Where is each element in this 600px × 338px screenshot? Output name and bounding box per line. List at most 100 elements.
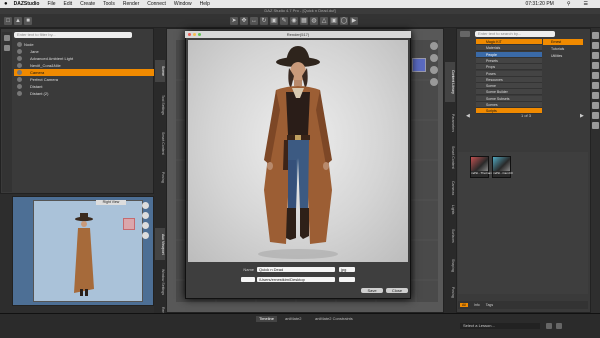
scene-tree-row[interactable]: Perfect Camera [14,76,154,83]
category-item[interactable]: Presets [476,57,542,64]
search-icon[interactable]: ⚲ [567,1,571,7]
surface-tool-icon[interactable]: ▦ [300,17,308,25]
select-tool-icon[interactable]: ➤ [230,17,238,25]
category-item[interactable]: Scene Builder [476,89,542,96]
content-search-input[interactable]: Enter text to search by... [475,31,555,37]
scene-tree-row[interactable]: Advanced Ambient Light [14,55,154,62]
scene-tree-row[interactable]: Jane [14,48,154,55]
main-frame-icon[interactable] [430,78,438,86]
menu-tools[interactable]: Tools [103,1,115,7]
visibility-eye-icon[interactable] [17,56,22,61]
apple-menu-icon[interactable]: ● [4,1,8,7]
tab-smart-content-right[interactable]: Smart Content [445,140,455,174]
render-browse-button[interactable] [339,277,355,282]
scale-tool-icon[interactable]: ▣ [270,17,278,25]
tab-timeline[interactable]: Timeline [256,316,277,322]
main-pan-icon[interactable] [430,66,438,74]
visibility-eye-icon[interactable] [17,49,22,54]
subcategory-item[interactable]: Utilities [543,53,583,59]
aux-viewport-frame[interactable] [33,200,143,302]
category-item[interactable]: Props [476,64,542,71]
translate-tool-icon[interactable]: ↔ [250,17,258,25]
tab-info[interactable]: Info [474,303,480,307]
aux-pan-icon[interactable] [142,222,149,229]
tab-content-library[interactable]: Content Library [445,62,455,102]
scene-tree-row[interactable]: Node [14,41,154,48]
rotate-tool-icon[interactable]: ↻ [260,17,268,25]
tool-icon-7[interactable] [592,92,599,99]
tab-cameras[interactable]: Cameras [445,178,455,198]
menu-window[interactable]: Window [174,1,192,7]
visibility-eye-icon[interactable] [17,84,22,89]
tab-parameters[interactable]: Parameters [445,108,455,138]
render-name-input[interactable]: Quick n Dead [257,267,335,272]
menu-render[interactable]: Render [123,1,139,7]
prev-page-icon[interactable]: ◀ [466,113,472,119]
menu-help[interactable]: Help [200,1,210,7]
render-save-button[interactable]: Save [361,288,383,293]
category-item[interactable]: Poses [476,70,542,77]
category-item[interactable]: Resources [476,76,542,83]
tool-icon-1[interactable] [592,32,599,39]
app-menu[interactable]: DAZStudio [14,1,40,7]
category-item[interactable]: Materials [476,45,542,52]
menu-edit[interactable]: Edit [64,1,73,7]
render-format-select[interactable]: jpg [339,267,355,272]
tool-icon-2[interactable] [592,42,599,49]
universal-tool-icon[interactable]: ✥ [240,17,248,25]
tool-icon-5[interactable] [592,72,599,79]
tab-tags[interactable]: Tags [486,303,493,307]
menu-create[interactable]: Create [80,1,95,7]
node-weight-icon[interactable]: ◉ [290,17,298,25]
lesson-next-icon[interactable] [556,323,562,329]
scene-search-input[interactable]: Enter text to filter by... [14,32,132,38]
pose-tool-icon[interactable]: ✎ [280,17,288,25]
render-path-dropdown[interactable] [241,277,255,282]
script-thumbnail[interactable]: mdSt...CamC0 [492,156,513,178]
tab-lights[interactable]: Lights [445,200,455,220]
main-zoom-icon[interactable] [430,54,438,62]
tool-icon-4[interactable] [592,62,599,69]
render-icon[interactable]: ▶ [350,17,358,25]
tab-all[interactable]: All [460,303,468,307]
tab-scene[interactable]: Scene [155,60,165,82]
maximize-window-icon[interactable] [198,33,201,36]
render-path-input[interactable]: /Users/ernestkim/Desktop [257,277,335,282]
tool-icon-9[interactable] [592,112,599,119]
subcategory-item[interactable]: Ernest [543,39,583,45]
new-scene-icon[interactable]: □ [4,17,12,25]
scene-tree-row[interactable]: Distant (2) [14,90,154,97]
category-item[interactable]: Scene Subsets [476,95,542,102]
aux-camera-label[interactable]: Right View [96,200,126,205]
tab-smart-content[interactable]: Smart Content [155,126,165,160]
scene-tree-row[interactable]: Distant [14,83,154,90]
tool-icon-10[interactable] [592,122,599,129]
region-nav-icon[interactable]: ▣ [330,17,338,25]
lesson-prev-icon[interactable] [546,323,552,329]
tab-shaping[interactable]: Shaping [445,254,455,276]
tab-aux-viewport[interactable]: Aux Viewport [155,228,165,260]
lesson-select[interactable]: Select a Lesson... [460,323,540,329]
save-icon[interactable]: ■ [24,17,32,25]
aux-orbit-icon[interactable] [142,202,149,209]
category-item[interactable]: People [476,51,542,58]
tab-window-settings[interactable]: Window Settings [155,264,165,300]
scene-tree-row[interactable]: Camera [14,69,154,76]
tool-icon-8[interactable] [592,102,599,109]
menu-list-icon[interactable]: ☰ [584,1,588,7]
tab-posing-right[interactable]: Posing [445,282,455,302]
category-item[interactable]: Magic KIT [476,39,542,45]
tool-icon-3[interactable] [592,52,599,59]
menu-file[interactable]: File [47,1,55,7]
main-view-cube-icon[interactable] [412,58,426,72]
close-window-icon[interactable] [188,33,191,36]
subcategory-item[interactable]: Tutorials [543,46,583,52]
joint-editor-icon[interactable]: ◍ [310,17,318,25]
visibility-eye-icon[interactable] [17,77,22,82]
category-item[interactable]: Scenes [476,102,542,108]
filter-icon[interactable] [4,45,10,51]
scene-tree-row[interactable]: Neviñ_Cora&Nile [14,62,154,69]
view-cube-icon[interactable] [123,218,135,230]
main-orbit-icon[interactable] [430,42,438,50]
tab-surfaces[interactable]: Surfaces [445,224,455,248]
